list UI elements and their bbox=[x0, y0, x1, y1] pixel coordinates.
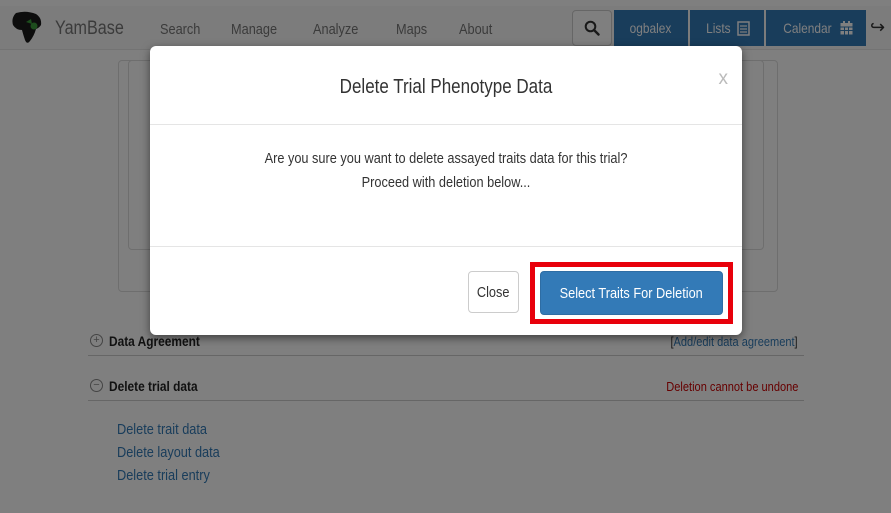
modal-header: Delete Trial Phenotype Data x bbox=[150, 46, 742, 125]
modal-title: Delete Trial Phenotype Data bbox=[339, 76, 553, 98]
modal-footer: Close Select Traits For Deletion bbox=[150, 246, 742, 335]
select-traits-for-deletion-button[interactable]: Select Traits For Deletion bbox=[540, 271, 723, 315]
confirm-message-line1: Are you sure you want to delete assayed … bbox=[264, 150, 628, 167]
modal-body: Are you sure you want to delete assayed … bbox=[150, 126, 742, 246]
close-button-label: Close bbox=[477, 283, 510, 301]
confirm-button-label: Select Traits For Deletion bbox=[559, 284, 704, 302]
delete-phenotype-modal: Delete Trial Phenotype Data x Are you su… bbox=[150, 46, 742, 335]
close-icon[interactable]: x bbox=[719, 68, 729, 90]
confirm-message-line2: Proceed with deletion below... bbox=[361, 174, 531, 191]
close-button[interactable]: Close bbox=[468, 271, 519, 313]
highlight-box: Select Traits For Deletion bbox=[530, 262, 733, 324]
